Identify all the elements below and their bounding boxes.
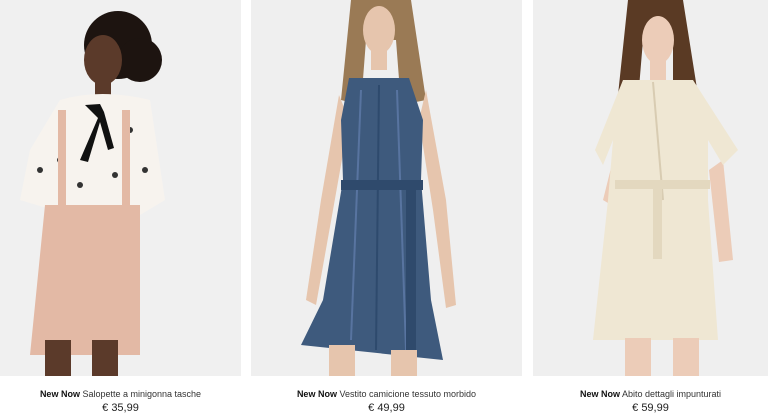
product-grid: New Now Salopette a minigonna tasche € 3… [0, 0, 768, 414]
product-image[interactable] [533, 0, 768, 376]
model-photo [533, 0, 768, 376]
product-card-vestito-camicione[interactable]: New Now Vestito camicione tessuto morbid… [251, 0, 522, 414]
model-photo [0, 0, 241, 376]
model-photo [251, 0, 522, 376]
product-name: Abito dettagli impunturati [621, 389, 722, 399]
product-image[interactable] [0, 0, 241, 376]
product-caption[interactable]: New Now Salopette a minigonna tasche [0, 389, 241, 400]
new-now-tag: New Now [39, 389, 80, 399]
new-now-tag: New Now [579, 389, 620, 399]
product-card-abito-impunturati[interactable]: New Now Abito dettagli impunturati € 59,… [533, 0, 768, 414]
product-price: € 59,99 [632, 402, 669, 414]
product-name: Vestito camicione tessuto morbido [339, 389, 477, 399]
product-image[interactable] [251, 0, 522, 376]
product-card-salopette[interactable]: New Now Salopette a minigonna tasche € 3… [0, 0, 241, 414]
product-price: € 49,99 [368, 402, 405, 414]
product-price: € 35,99 [102, 402, 139, 414]
new-now-tag: New Now [296, 389, 337, 399]
product-name: Salopette a minigonna tasche [82, 389, 202, 399]
product-caption[interactable]: New Now Vestito camicione tessuto morbid… [251, 389, 522, 400]
product-caption[interactable]: New Now Abito dettagli impunturati [533, 389, 768, 400]
